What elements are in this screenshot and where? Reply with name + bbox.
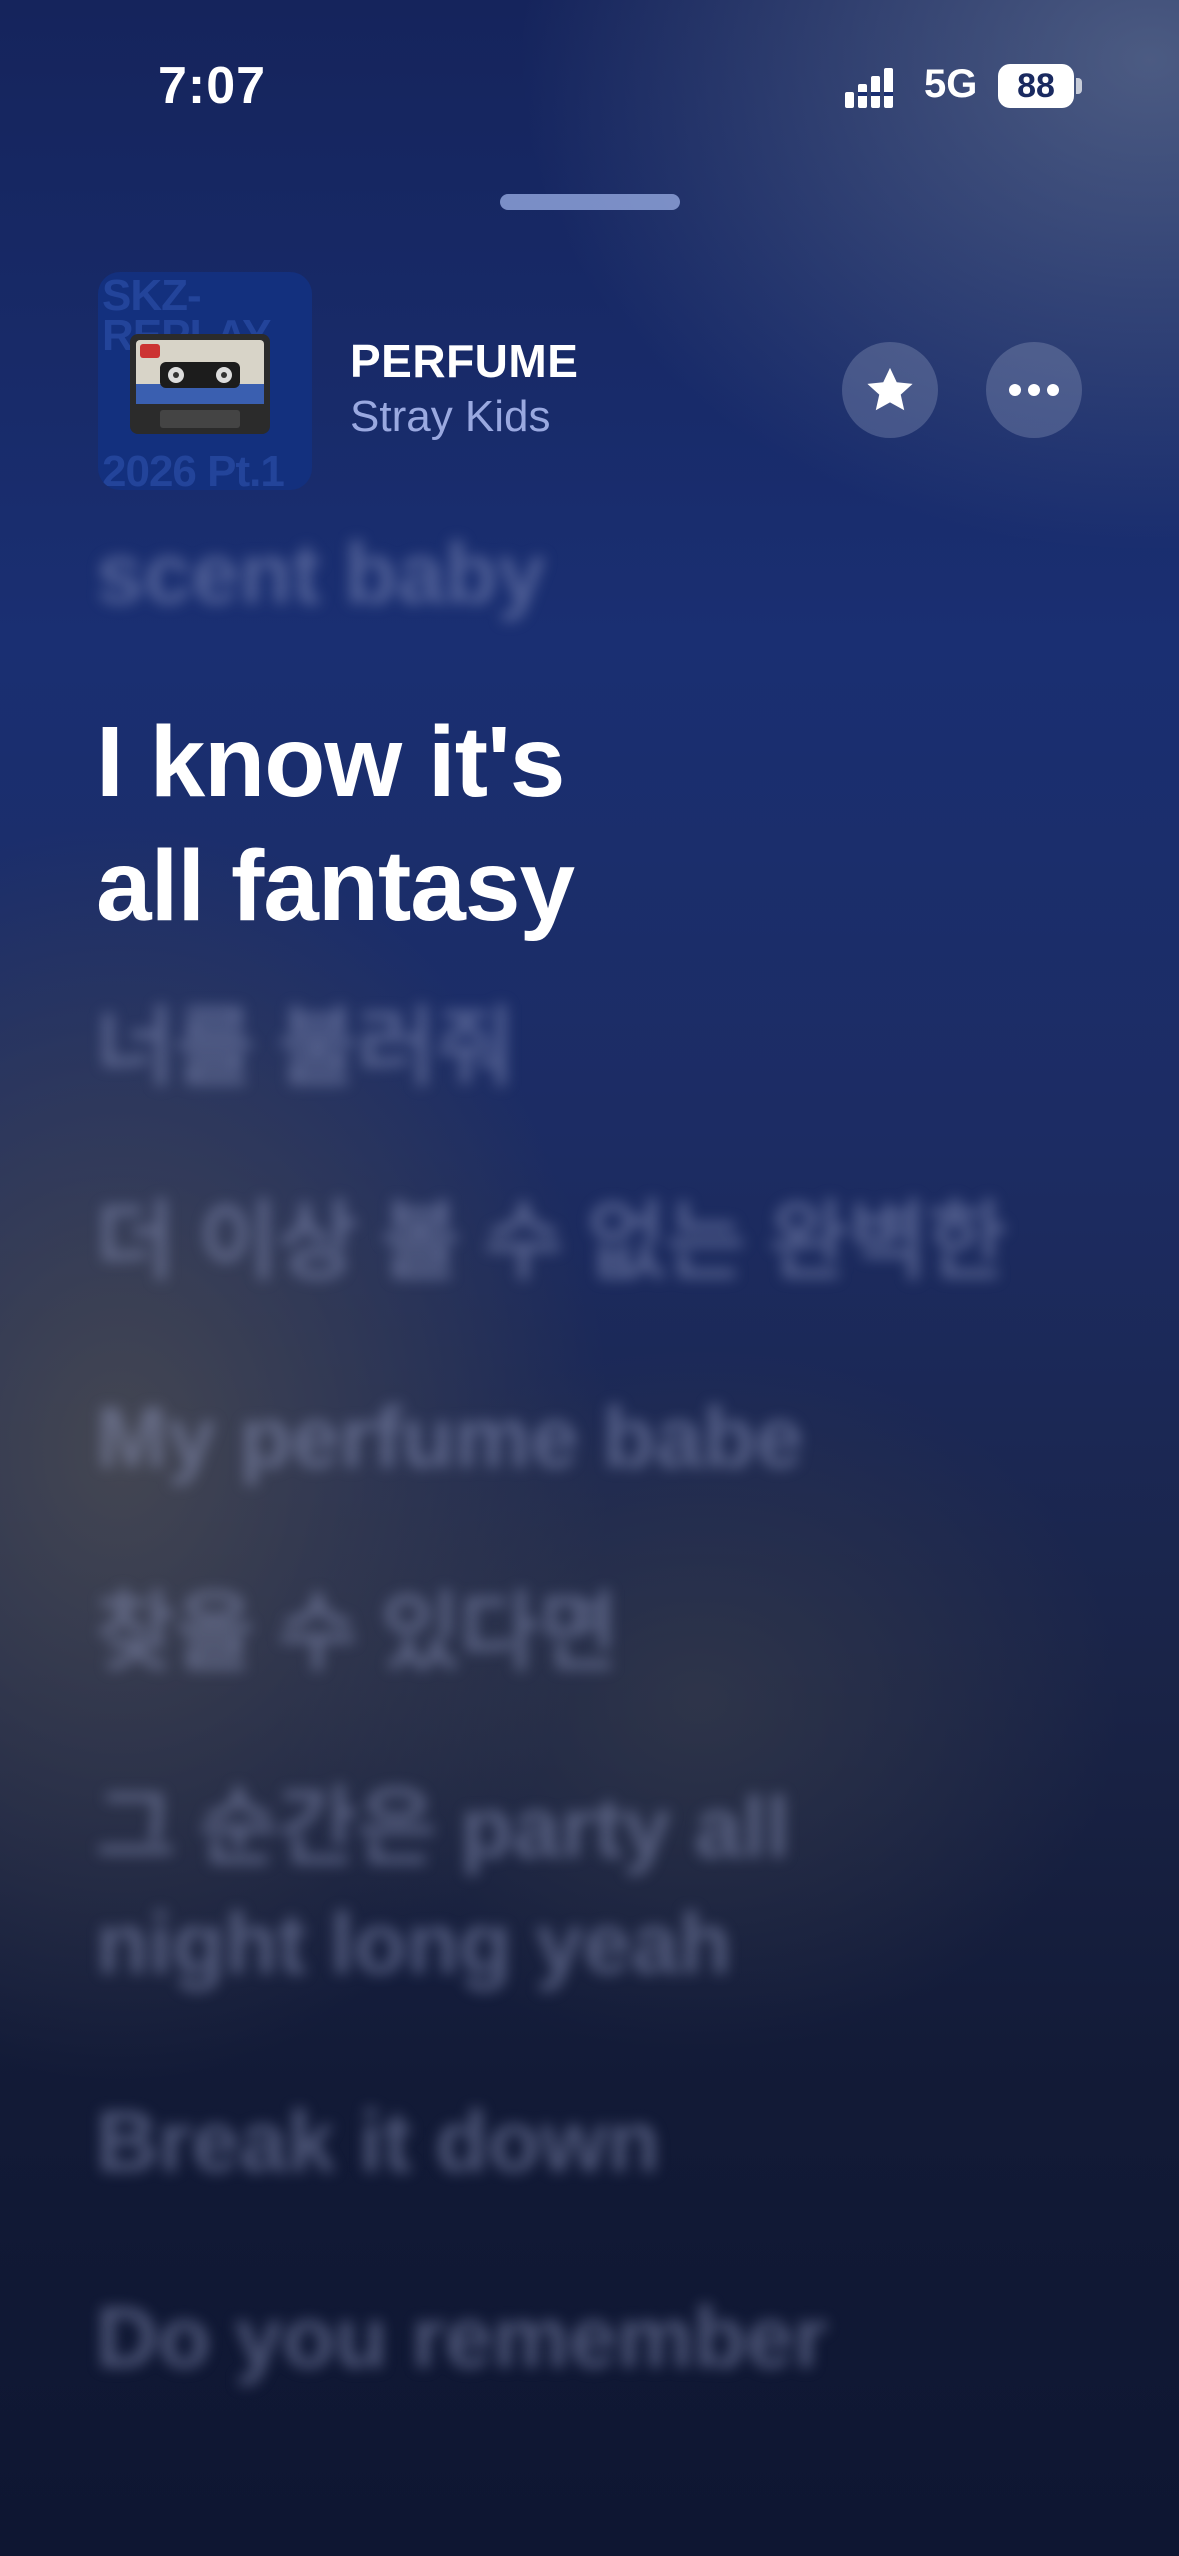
battery-icon: 88	[998, 64, 1074, 108]
ellipsis-icon	[1009, 384, 1059, 396]
clock: 7:07	[158, 57, 267, 115]
lyric-line[interactable]: 너를 불러줘	[96, 990, 516, 1106]
lyric-line[interactable]: scent baby	[96, 516, 545, 632]
sheet-grabber[interactable]	[500, 194, 680, 210]
song-title: PERFUME	[350, 335, 579, 387]
status-bar: 7:07 5G 88	[0, 0, 1179, 170]
lyric-line[interactable]: 그 순간은 party all night long yeah	[96, 1770, 790, 2002]
network-type: 5G	[924, 62, 978, 106]
favorite-button[interactable]	[842, 342, 938, 438]
battery-cap	[1076, 78, 1082, 94]
lyric-line[interactable]: Do you remember	[96, 2280, 827, 2396]
artwork-text: 2026 Pt.1	[102, 447, 285, 491]
cellular-signal-icon	[845, 68, 893, 108]
star-icon	[867, 367, 913, 411]
lyric-line[interactable]: My perfume babe	[96, 1380, 803, 1496]
cassette-tape-image	[130, 334, 270, 434]
lyric-line-current[interactable]: I know it's all fantasy	[96, 700, 575, 948]
lyric-line[interactable]: 찾을 수 있다면	[96, 1575, 619, 1691]
now-playing-header: SKZ- REPLAY 2026 Pt.1 PERFUME Stray Kids	[98, 272, 1098, 492]
album-artwork[interactable]: SKZ- REPLAY 2026 Pt.1	[98, 272, 312, 490]
lyric-line[interactable]: 더 이상 볼 수 없는 완벽한	[96, 1184, 1007, 1300]
lyric-line[interactable]: Break it down	[96, 2084, 660, 2200]
artist-name[interactable]: Stray Kids	[350, 392, 551, 442]
more-button[interactable]	[986, 342, 1082, 438]
